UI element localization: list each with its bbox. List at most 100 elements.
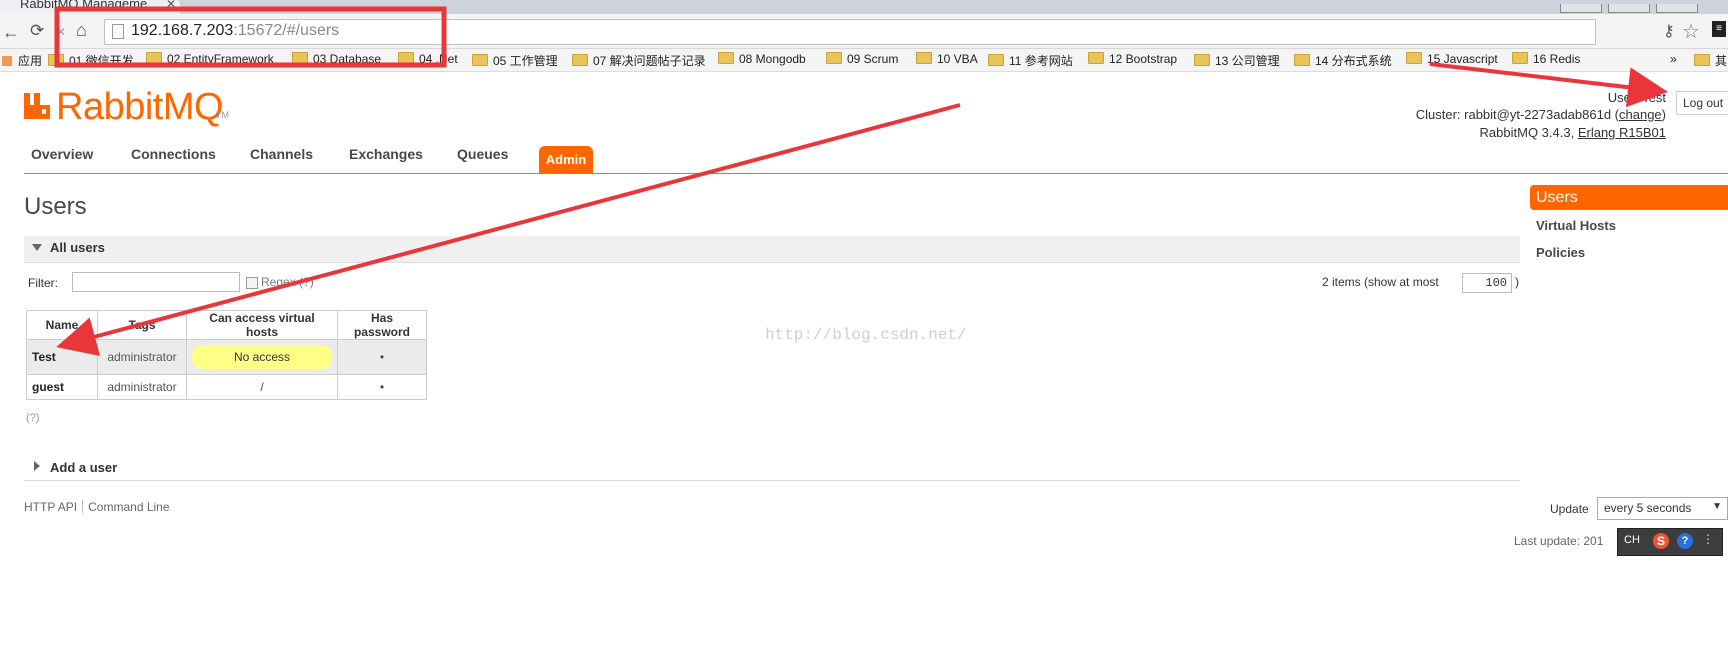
sidenav-users[interactable]: Users — [1530, 185, 1728, 210]
star-icon[interactable]: ☆ — [1682, 19, 1700, 44]
column-tags[interactable]: Tags — [97, 310, 187, 340]
nav-underline — [24, 173, 1728, 174]
bookmark-folder[interactable]: 11 参考网站 — [988, 52, 1073, 69]
user-name-link[interactable]: guest — [26, 374, 98, 400]
url-text[interactable]: 192.168.7.203:15672/#/users — [131, 22, 339, 40]
ime-toolbar[interactable]: CH S ? ⋮ — [1617, 528, 1723, 556]
bookmark-folder[interactable]: 16 Redis — [1512, 52, 1580, 66]
window-controls[interactable] — [1560, 0, 1728, 13]
users-table: Name Tags Can access virtual hosts Has p… — [26, 310, 427, 400]
sidenav-policies[interactable]: Policies — [1536, 245, 1585, 260]
regex-label: Regex (?) — [261, 275, 314, 289]
folder-icon — [48, 54, 64, 66]
home-icon[interactable]: ⌂ — [76, 20, 87, 41]
divider — [24, 480, 1520, 481]
bookmark-folder[interactable]: 05 工作管理 — [472, 52, 558, 69]
ime-menu-icon[interactable]: ⋮ — [1702, 532, 1714, 546]
folder-icon — [826, 52, 842, 64]
tab-exchanges[interactable]: Exchanges — [349, 146, 423, 162]
bookmark-folder[interactable]: 09 Scrum — [826, 52, 898, 66]
folder-icon — [1088, 52, 1104, 64]
forward-icon[interactable]: ⟳ — [30, 21, 44, 41]
divider — [82, 500, 84, 513]
expand-triangle-icon[interactable] — [34, 461, 40, 471]
table-row[interactable]: guest administrator / • — [26, 374, 427, 400]
table-header-row: Name Tags Can access virtual hosts Has p… — [26, 310, 427, 340]
tab-connections[interactable]: Connections — [131, 146, 216, 162]
chevron-down-icon: ▼ — [1712, 501, 1722, 512]
reload-icon[interactable]: ✕ — [56, 25, 66, 39]
bookmarks-overflow[interactable]: » — [1670, 52, 1677, 66]
command-line-link[interactable]: Command Line — [88, 500, 169, 514]
ime-mode-icon[interactable]: CH — [1624, 534, 1640, 546]
has-password: • — [337, 339, 427, 375]
tab-channels[interactable]: Channels — [250, 146, 313, 162]
column-vhosts[interactable]: Can access virtual hosts — [186, 310, 338, 340]
tab-queues[interactable]: Queues — [457, 146, 508, 162]
item-count: 2 items (show at most — [1322, 275, 1439, 289]
column-password[interactable]: Has password — [337, 310, 427, 340]
logout-button[interactable]: Log out — [1676, 91, 1728, 115]
bookmark-folder[interactable]: 04 .Net — [398, 52, 458, 66]
bookmark-folder[interactable]: 其 — [1694, 52, 1727, 69]
annotation-arrow — [56, 103, 961, 357]
bookmark-folder[interactable]: 15 Javascript — [1406, 52, 1498, 66]
footer-links: HTTP API Command Line — [24, 500, 170, 514]
all-users-section-header[interactable] — [24, 236, 1520, 263]
apps-bookmark[interactable]: 应用 — [2, 52, 42, 69]
cluster-info: Cluster: rabbit@yt-2273adab861d (change) — [1415, 107, 1666, 122]
last-update: Last update: 201 — [1514, 534, 1604, 548]
user-tags: administrator — [97, 374, 187, 400]
close-icon[interactable]: ✕ — [166, 0, 176, 11]
folder-icon — [1694, 54, 1710, 66]
bookmark-folder[interactable]: 14 分布式系统 — [1294, 52, 1392, 69]
update-label: Update — [1550, 502, 1589, 516]
column-name[interactable]: Name — [26, 310, 98, 340]
bookmark-folder[interactable]: 01 微信开发 — [48, 52, 134, 69]
collapse-triangle-icon[interactable] — [32, 244, 42, 251]
folder-icon — [1294, 54, 1310, 66]
folder-icon — [916, 52, 932, 64]
bookmark-folder[interactable]: 02 EntityFramework — [146, 52, 274, 66]
bookmark-folder[interactable]: 10 VBA — [916, 52, 978, 66]
logo-text: RabbitMQ — [56, 86, 224, 128]
key-icon[interactable]: ⚷ — [1663, 21, 1675, 41]
page-title: Users — [24, 193, 87, 220]
update-interval-select[interactable]: every 5 seconds ▼ — [1597, 497, 1728, 520]
table-row[interactable]: Test administrator No access • — [26, 339, 427, 375]
regex-checkbox[interactable] — [246, 277, 258, 289]
menu-icon[interactable]: ≡ — [1712, 21, 1726, 37]
user-name-link[interactable]: Test — [26, 339, 98, 375]
bookmark-folder[interactable]: 03 Database — [292, 52, 381, 66]
vhost-access-cell: / — [186, 374, 338, 400]
trademark: TM — [216, 110, 229, 120]
bookmark-folder[interactable]: 07 解决问题帖子记录 — [572, 52, 706, 69]
bookmark-folder[interactable]: 12 Bootstrap — [1088, 52, 1177, 66]
change-cluster-link[interactable]: change — [1619, 107, 1662, 122]
folder-icon — [572, 54, 588, 66]
version-info: RabbitMQ 3.4.3, Erlang R15B01 — [1479, 125, 1666, 140]
back-icon[interactable]: ← — [2, 22, 20, 43]
bookmark-folder[interactable]: 08 Mongodb — [718, 52, 806, 66]
bookmark-folder[interactable]: 13 公司管理 — [1194, 52, 1280, 69]
tab-admin[interactable]: Admin — [539, 146, 593, 173]
tab-overview[interactable]: Overview — [31, 146, 93, 162]
folder-icon — [1512, 52, 1528, 64]
sogou-icon[interactable]: S — [1653, 533, 1669, 549]
vhost-access-cell: No access — [186, 339, 338, 375]
page-size-input[interactable]: 100 — [1462, 273, 1512, 293]
item-count-close: ) — [1515, 275, 1519, 289]
update-interval-value: every 5 seconds — [1604, 501, 1692, 515]
sidenav-virtual-hosts[interactable]: Virtual Hosts — [1536, 218, 1616, 233]
help-icon[interactable]: ? — [1677, 533, 1693, 549]
url-path: :15672/#/users — [233, 22, 340, 39]
folder-icon — [292, 52, 308, 64]
folder-icon — [988, 54, 1004, 66]
all-users-title[interactable]: All users — [50, 240, 105, 255]
add-user-title[interactable]: Add a user — [50, 460, 117, 475]
http-api-link[interactable]: HTTP API — [24, 500, 77, 514]
current-user: User: Test — [1607, 90, 1666, 105]
folder-icon — [398, 52, 414, 64]
filter-input[interactable] — [72, 272, 240, 292]
help-link[interactable]: (?) — [26, 412, 39, 424]
